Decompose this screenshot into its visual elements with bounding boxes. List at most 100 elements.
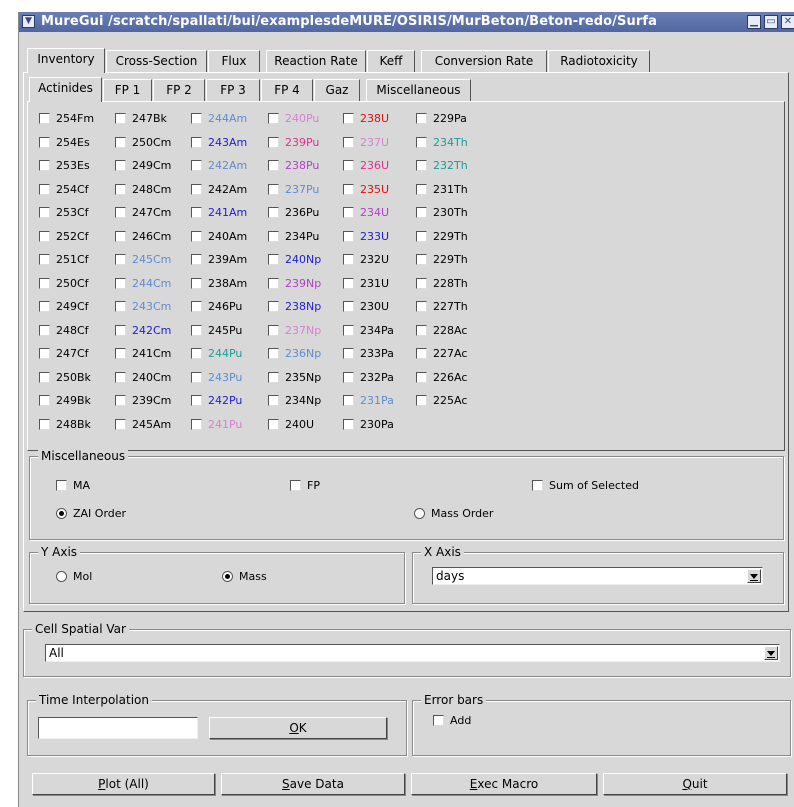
isotope-checkbox[interactable] — [191, 301, 202, 312]
isotope-checkbox[interactable] — [39, 254, 50, 265]
isotope-checkbox[interactable] — [416, 301, 427, 312]
isotope-checkbox[interactable] — [416, 207, 427, 218]
isotope-checkbox[interactable] — [39, 348, 50, 359]
isotope-checkbox[interactable] — [268, 207, 279, 218]
dropdown-arrow-icon[interactable] — [764, 646, 778, 660]
error-bars-add-checkbox[interactable] — [433, 715, 444, 726]
isotope-checkbox[interactable] — [115, 419, 126, 430]
isotope-checkbox[interactable] — [343, 301, 354, 312]
isotope-checkbox[interactable] — [268, 231, 279, 242]
time-interpolation-input[interactable] — [38, 717, 198, 739]
isotope-checkbox[interactable] — [191, 207, 202, 218]
mass-order-radio[interactable] — [414, 508, 425, 519]
isotope-checkbox[interactable] — [115, 348, 126, 359]
isotope-checkbox[interactable] — [416, 160, 427, 171]
close-icon[interactable]: ✕ — [781, 15, 794, 29]
isotope-checkbox[interactable] — [115, 254, 126, 265]
isotope-checkbox[interactable] — [268, 372, 279, 383]
tab-reaction-rate[interactable]: Reaction Rate — [266, 50, 366, 72]
isotope-checkbox[interactable] — [39, 278, 50, 289]
isotope-checkbox[interactable] — [416, 278, 427, 289]
isotope-checkbox[interactable] — [115, 184, 126, 195]
tab-miscellaneous[interactable]: Miscellaneous — [366, 79, 471, 101]
isotope-checkbox[interactable] — [39, 137, 50, 148]
isotope-checkbox[interactable] — [416, 254, 427, 265]
isotope-checkbox[interactable] — [343, 184, 354, 195]
tab-gaz[interactable]: Gaz — [314, 79, 360, 101]
exec-macro-button[interactable]: Exec Macro — [411, 773, 597, 795]
tab-fp2[interactable]: FP 2 — [153, 79, 205, 101]
maximize-icon[interactable]: ▭ — [764, 15, 778, 29]
isotope-checkbox[interactable] — [416, 137, 427, 148]
isotope-checkbox[interactable] — [39, 301, 50, 312]
quit-button[interactable]: Quit — [603, 773, 787, 795]
isotope-checkbox[interactable] — [343, 325, 354, 336]
isotope-checkbox[interactable] — [268, 137, 279, 148]
isotope-checkbox[interactable] — [115, 137, 126, 148]
isotope-checkbox[interactable] — [115, 301, 126, 312]
isotope-checkbox[interactable] — [416, 231, 427, 242]
cell-spatial-select[interactable]: All — [45, 644, 780, 662]
isotope-checkbox[interactable] — [191, 419, 202, 430]
isotope-checkbox[interactable] — [191, 113, 202, 124]
ok-button[interactable]: OK — [209, 717, 387, 739]
isotope-checkbox[interactable] — [416, 348, 427, 359]
isotope-checkbox[interactable] — [191, 372, 202, 383]
isotope-checkbox[interactable] — [39, 395, 50, 406]
dropdown-arrow-icon[interactable] — [747, 569, 761, 583]
isotope-checkbox[interactable] — [39, 419, 50, 430]
isotope-checkbox[interactable] — [343, 278, 354, 289]
isotope-checkbox[interactable] — [343, 231, 354, 242]
isotope-checkbox[interactable] — [115, 231, 126, 242]
isotope-checkbox[interactable] — [343, 113, 354, 124]
isotope-checkbox[interactable] — [268, 301, 279, 312]
tab-keff[interactable]: Keff — [367, 50, 415, 72]
save-data-button[interactable]: Save Data — [221, 773, 405, 795]
fp-checkbox[interactable] — [290, 480, 301, 491]
isotope-checkbox[interactable] — [343, 207, 354, 218]
mass-radio[interactable] — [222, 571, 233, 582]
isotope-checkbox[interactable] — [191, 348, 202, 359]
zai-order-radio[interactable] — [56, 508, 67, 519]
minimize-icon[interactable]: ▁ — [747, 15, 761, 29]
isotope-checkbox[interactable] — [39, 184, 50, 195]
plot-all-button[interactable]: Plot (All) — [32, 773, 215, 795]
tab-cross-section[interactable]: Cross-Section — [106, 50, 207, 72]
tab-fp1[interactable]: FP 1 — [103, 79, 152, 101]
isotope-checkbox[interactable] — [416, 113, 427, 124]
isotope-checkbox[interactable] — [416, 184, 427, 195]
isotope-checkbox[interactable] — [416, 395, 427, 406]
isotope-checkbox[interactable] — [343, 372, 354, 383]
tab-fp3[interactable]: FP 3 — [206, 79, 260, 101]
tab-conversion-rate[interactable]: Conversion Rate — [421, 50, 547, 72]
isotope-checkbox[interactable] — [268, 395, 279, 406]
mol-radio[interactable] — [56, 571, 67, 582]
isotope-checkbox[interactable] — [268, 325, 279, 336]
isotope-checkbox[interactable] — [343, 137, 354, 148]
isotope-checkbox[interactable] — [115, 160, 126, 171]
isotope-checkbox[interactable] — [268, 278, 279, 289]
isotope-checkbox[interactable] — [191, 278, 202, 289]
isotope-checkbox[interactable] — [115, 325, 126, 336]
isotope-checkbox[interactable] — [39, 207, 50, 218]
isotope-checkbox[interactable] — [115, 113, 126, 124]
isotope-checkbox[interactable] — [343, 348, 354, 359]
isotope-checkbox[interactable] — [39, 325, 50, 336]
isotope-checkbox[interactable] — [39, 160, 50, 171]
isotope-checkbox[interactable] — [115, 395, 126, 406]
isotope-checkbox[interactable] — [268, 160, 279, 171]
tab-radiotoxicity[interactable]: Radiotoxicity — [548, 50, 650, 72]
isotope-checkbox[interactable] — [268, 419, 279, 430]
isotope-checkbox[interactable] — [115, 207, 126, 218]
isotope-checkbox[interactable] — [115, 278, 126, 289]
isotope-checkbox[interactable] — [115, 372, 126, 383]
isotope-checkbox[interactable] — [191, 395, 202, 406]
isotope-checkbox[interactable] — [191, 254, 202, 265]
isotope-checkbox[interactable] — [416, 372, 427, 383]
isotope-checkbox[interactable] — [39, 113, 50, 124]
title-bar[interactable]: ▼ MureGui /scratch/spallati/bui/examples… — [19, 12, 794, 32]
isotope-checkbox[interactable] — [268, 113, 279, 124]
tab-actinides[interactable]: Actinides — [29, 77, 102, 102]
isotope-checkbox[interactable] — [343, 160, 354, 171]
isotope-checkbox[interactable] — [268, 348, 279, 359]
